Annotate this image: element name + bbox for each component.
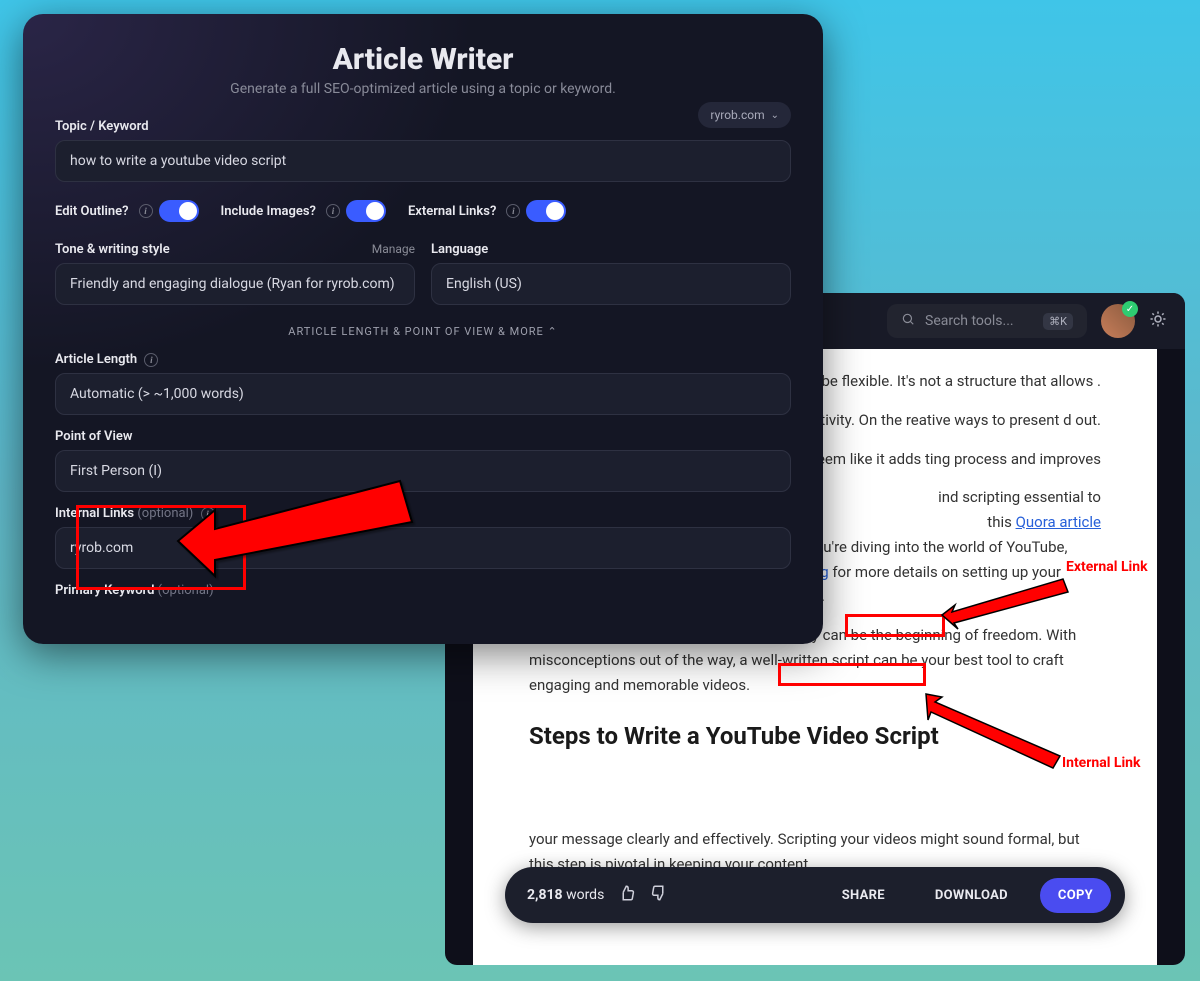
primary-keyword-label: Primary Keyword (optional) — [55, 583, 791, 598]
page-title: Article Writer — [55, 42, 791, 77]
share-button[interactable]: SHARE — [824, 878, 903, 913]
page-subtitle: Generate a full SEO-optimized article us… — [55, 81, 791, 97]
avatar[interactable] — [1101, 304, 1135, 338]
copy-button[interactable]: COPY — [1040, 878, 1111, 913]
theme-toggle-icon[interactable] — [1149, 310, 1167, 333]
language-label: Language — [431, 242, 791, 257]
download-button[interactable]: DOWNLOAD — [917, 878, 1026, 913]
thumbs-up-icon[interactable] — [618, 884, 636, 906]
article-heading: Steps to Write a YouTube Video Script — [529, 717, 1101, 757]
annotation-internal-link: Internal Link — [1062, 756, 1141, 771]
include-images-toggle[interactable] — [346, 200, 386, 222]
toggle-row: Edit Outline? i Include Images? i Extern… — [55, 200, 791, 222]
include-images-label: Include Images? — [221, 204, 316, 219]
topic-input[interactable]: how to write a youtube video script — [55, 140, 791, 182]
annotation-external-link: External Link — [1066, 560, 1148, 575]
expand-more[interactable]: ARTICLE LENGTH & POINT OF VIEW & MORE ⌃ — [55, 325, 791, 338]
info-icon[interactable]: i — [201, 507, 215, 521]
info-icon[interactable]: i — [139, 204, 153, 218]
search-icon — [901, 312, 915, 330]
external-link-quora[interactable]: Quora article — [1016, 513, 1101, 531]
language-select[interactable]: English (US) — [431, 263, 791, 305]
tone-label: Tone & writing style Manage — [55, 242, 415, 257]
chevron-down-icon: ⌄ — [771, 110, 779, 121]
topic-label: Topic / Keyword — [55, 119, 791, 134]
pov-select[interactable]: First Person (I) — [55, 450, 791, 492]
site-selector[interactable]: ryrob.com ⌄ — [698, 102, 791, 128]
pov-label: Point of View — [55, 429, 791, 444]
article-length-label: Article Length i — [55, 352, 791, 367]
word-count: 2,818 words — [527, 887, 604, 903]
info-icon[interactable]: i — [506, 204, 520, 218]
external-links-label: External Links? — [408, 204, 496, 219]
edit-outline-toggle[interactable] — [159, 200, 199, 222]
footer-bar: 2,818 words SHARE DOWNLOAD COPY — [505, 867, 1125, 923]
article-writer-panel: Article Writer Generate a full SEO-optim… — [23, 14, 823, 644]
search-shortcut: ⌘K — [1043, 313, 1073, 330]
edit-outline-label: Edit Outline? — [55, 204, 129, 219]
info-icon[interactable]: i — [326, 204, 340, 218]
search-input[interactable]: Search tools... ⌘K — [887, 304, 1087, 338]
manage-link[interactable]: Manage — [372, 242, 415, 256]
internal-links-input[interactable]: ryrob.com — [55, 527, 791, 569]
search-placeholder: Search tools... — [925, 313, 1014, 329]
thumbs-down-icon[interactable] — [650, 884, 668, 906]
tone-select[interactable]: Friendly and engaging dialogue (Ryan for… — [55, 263, 415, 305]
internal-links-label: Internal Links (optional) i — [55, 506, 791, 521]
external-links-toggle[interactable] — [526, 200, 566, 222]
info-icon[interactable]: i — [144, 353, 158, 367]
article-length-select[interactable]: Automatic (> ~1,000 words) — [55, 373, 791, 415]
